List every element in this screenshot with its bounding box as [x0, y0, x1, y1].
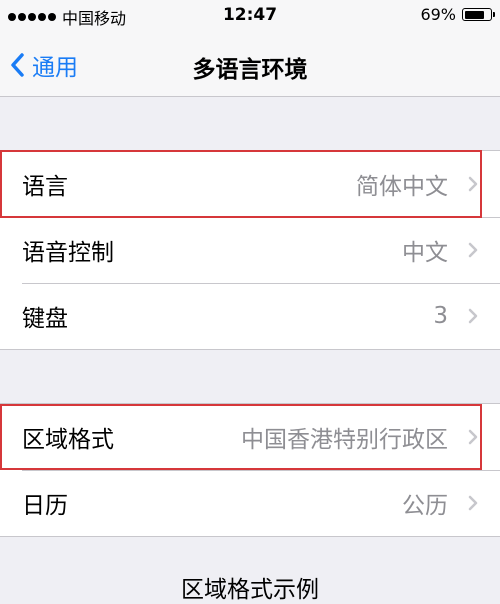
- chevron-right-icon: [468, 429, 478, 445]
- battery-icon: [462, 8, 495, 21]
- chevron-right-icon: [468, 242, 478, 258]
- row-voice-control[interactable]: 语音控制 中文: [0, 217, 500, 283]
- row-label: 语音控制: [22, 240, 114, 266]
- row-value: 中文: [402, 240, 448, 266]
- row-value: 中国香港特别行政区: [241, 427, 448, 453]
- row-keyboard[interactable]: 键盘 3: [0, 283, 500, 349]
- battery-area: 69%: [420, 5, 495, 24]
- row-label: 日历: [22, 493, 68, 519]
- row-label: 语言: [22, 174, 68, 200]
- row-label: 区域格式: [22, 427, 114, 453]
- chevron-right-icon: [468, 308, 478, 324]
- navigation-bar: 通用 多语言环境: [0, 32, 500, 97]
- battery-percentage: 69%: [420, 5, 456, 24]
- chevron-right-icon: [468, 495, 478, 511]
- status-bar: 中国移动 12:47 69%: [0, 0, 500, 32]
- row-label: 键盘: [22, 306, 68, 332]
- row-language[interactable]: 语言 简体中文: [0, 151, 500, 217]
- page-title: 多语言环境: [192, 57, 308, 83]
- row-value: 公历: [402, 493, 448, 519]
- section-header-region-format-example: 区域格式示例: [181, 577, 319, 603]
- row-region-format[interactable]: 区域格式 中国香港特别行政区: [0, 404, 500, 470]
- settings-group-language: 语言 简体中文 语音控制 中文 键盘 3: [0, 150, 500, 350]
- chevron-right-icon: [468, 176, 478, 192]
- row-calendar[interactable]: 日历 公历: [0, 470, 500, 536]
- row-value: 3: [433, 303, 448, 329]
- settings-group-region: 区域格式 中国香港特别行政区 日历 公历: [0, 403, 500, 537]
- row-value: 简体中文: [356, 174, 448, 200]
